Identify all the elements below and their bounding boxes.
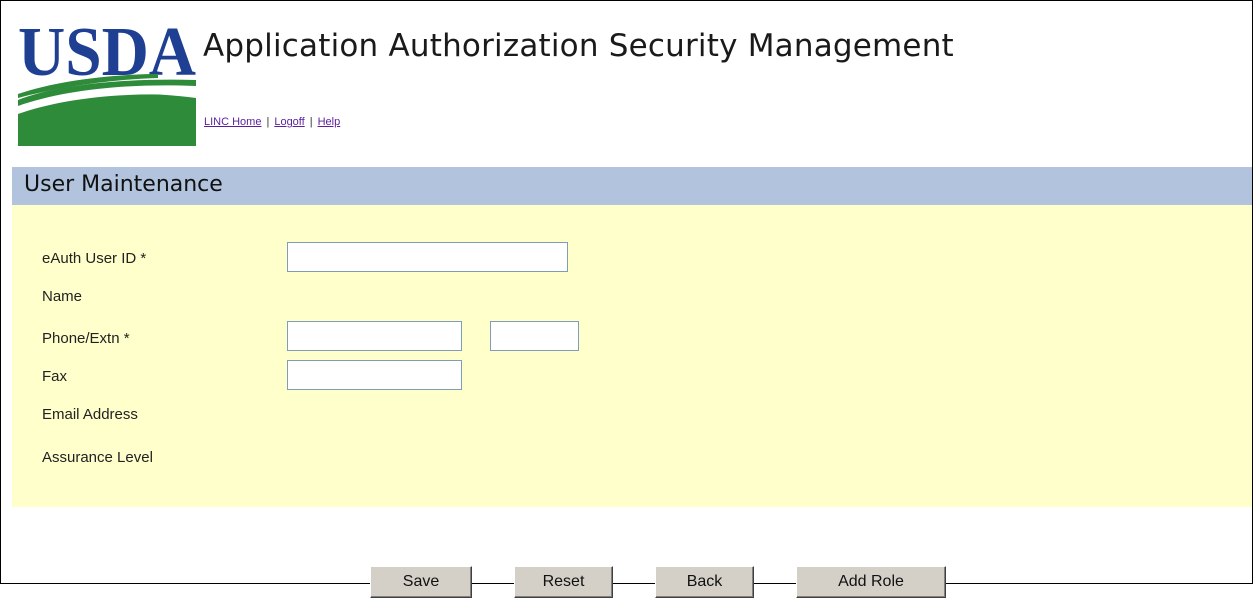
fax-input[interactable] [287, 360, 462, 390]
eauth-user-id-label: eAuth User ID * [42, 250, 147, 267]
reset-button[interactable]: Reset [514, 566, 613, 598]
help-link[interactable]: Help [318, 116, 341, 128]
logoff-link[interactable]: Logoff [274, 116, 304, 128]
extension-input[interactable] [490, 321, 579, 351]
top-navigation: LINC Home | Logoff | Help [204, 116, 340, 128]
phone-extn-label: Phone/Extn * [42, 330, 130, 347]
app-title: Application Authorization Security Manag… [203, 28, 954, 64]
linc-home-link[interactable]: LINC Home [204, 116, 261, 128]
eauth-user-id-input[interactable] [287, 242, 568, 272]
add-role-button[interactable]: Add Role [796, 566, 946, 598]
save-button[interactable]: Save [370, 566, 472, 598]
section-title: User Maintenance [24, 172, 223, 197]
form-panel [12, 205, 1252, 507]
name-label: Name [42, 288, 83, 305]
phone-input[interactable] [287, 321, 462, 351]
nav-separator: | [266, 116, 270, 128]
usda-logo: USDA [18, 18, 196, 146]
email-address-label: Email Address [42, 406, 138, 423]
back-button[interactable]: Back [655, 566, 754, 598]
assurance-level-label: Assurance Level [42, 449, 153, 466]
fax-label: Fax [42, 368, 68, 385]
nav-separator: | [309, 116, 313, 128]
